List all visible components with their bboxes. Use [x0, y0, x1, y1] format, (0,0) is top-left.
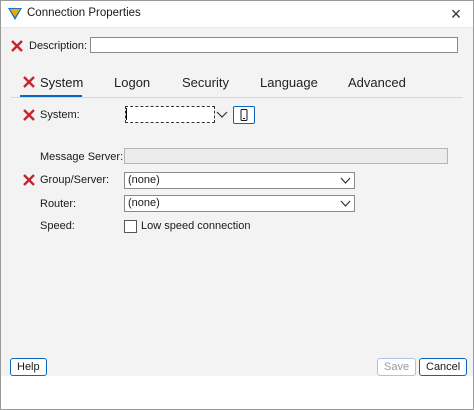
chevron-down-icon[interactable] — [215, 108, 229, 121]
description-label: Description: — [29, 40, 88, 52]
close-button[interactable]: × — [439, 1, 473, 27]
connection-properties-dialog: Connection Properties × Description: Sys… — [0, 0, 474, 410]
chevron-down-icon — [340, 200, 351, 207]
system-error-x-icon — [23, 109, 35, 121]
router-label: Router: — [40, 198, 77, 210]
chevron-down-icon — [340, 177, 351, 184]
group-server-value: (none) — [128, 174, 160, 186]
tab-error-x-icon — [23, 76, 35, 88]
mobile-device-icon — [240, 109, 248, 121]
low-speed-checkbox-label[interactable]: Low speed connection — [141, 220, 250, 232]
description-input[interactable] — [90, 37, 458, 53]
system-label: System: — [40, 109, 80, 121]
low-speed-checkbox[interactable] — [124, 220, 137, 233]
tab-strip-divider — [11, 97, 463, 98]
active-tab-indicator — [20, 95, 82, 97]
error-x-icon — [11, 40, 23, 52]
tab-system[interactable]: System — [40, 75, 83, 90]
router-dropdown[interactable]: (none) — [124, 195, 355, 212]
dialog-content: Description: System Logon Security Langu… — [1, 28, 473, 376]
help-button[interactable]: Help — [10, 358, 47, 376]
tab-security[interactable]: Security — [182, 75, 229, 90]
tab-logon[interactable]: Logon — [114, 75, 150, 90]
title-bar: Connection Properties × — [1, 1, 473, 28]
router-value: (none) — [128, 197, 160, 209]
group-server-dropdown[interactable]: (none) — [124, 172, 355, 189]
text-caret — [126, 108, 127, 120]
sap-logo-icon — [8, 8, 22, 20]
window-title: Connection Properties — [27, 7, 141, 19]
message-server-input[interactable] — [124, 148, 448, 164]
speed-label: Speed: — [40, 220, 75, 232]
cancel-button[interactable]: Cancel — [419, 358, 468, 376]
save-button[interactable]: Save — [377, 358, 417, 376]
system-input[interactable] — [125, 106, 215, 123]
message-server-label: Message Server: — [40, 151, 124, 163]
tab-advanced[interactable]: Advanced — [348, 75, 406, 90]
group-server-label: Group/Server: — [40, 174, 110, 186]
group-server-error-x-icon — [23, 174, 35, 186]
tab-language[interactable]: Language — [260, 75, 318, 90]
system-browse-button[interactable] — [233, 106, 255, 124]
